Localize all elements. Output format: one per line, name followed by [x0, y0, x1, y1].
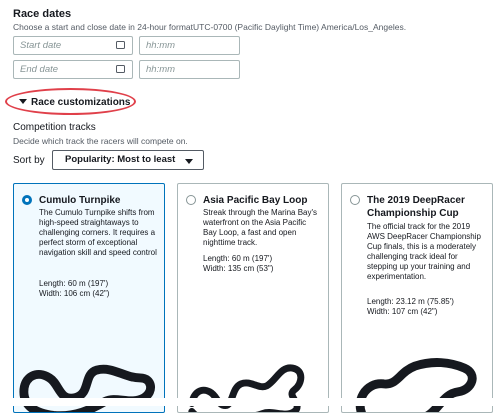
- race-dates-description: Choose a start and close date in 24-hour…: [13, 22, 407, 32]
- track-length: Length: 60 m (197'): [39, 279, 109, 288]
- caret-down-icon: [19, 98, 27, 104]
- race-customizations-label: Race customizations: [31, 97, 131, 108]
- race-customizations-toggle[interactable]: Race customizations: [19, 97, 130, 108]
- radio-button[interactable]: [350, 195, 360, 205]
- sort-select-value: Popularity: Most to least: [65, 154, 176, 165]
- start-date-placeholder: Start date: [20, 40, 62, 51]
- track-width: Width: 106 cm (42"): [39, 289, 110, 298]
- competition-tracks-heading: Competition tracks: [13, 122, 96, 133]
- track-width: Width: 107 cm (42"): [367, 307, 438, 316]
- race-dates-heading: Race dates: [13, 8, 72, 20]
- track-card-cumulo-turnpike[interactable]: Cumulo Turnpike The Cumulo Turnpike shif…: [13, 183, 165, 413]
- calendar-icon[interactable]: [116, 41, 125, 49]
- competition-tracks-description: Decide which track the racers will compe…: [13, 136, 188, 146]
- bottom-fade: [0, 398, 496, 406]
- track-length: Length: 60 m (197'): [203, 254, 273, 263]
- track-description: Streak through the Marina Bay's waterfro…: [203, 208, 318, 247]
- track-description: The official track for the 2019 AWS Deep…: [367, 222, 481, 281]
- track-length: Length: 23.12 m (75.85'): [367, 297, 454, 306]
- radio-button[interactable]: [186, 195, 196, 205]
- end-date-input[interactable]: End date: [13, 60, 133, 79]
- end-date-placeholder: End date: [20, 64, 59, 75]
- start-date-input[interactable]: Start date: [13, 36, 133, 55]
- calendar-icon[interactable]: [116, 65, 125, 73]
- track-card-asia-pacific-bay-loop[interactable]: Asia Pacific Bay Loop Streak through the…: [177, 183, 329, 413]
- sort-by-label: Sort by: [13, 155, 45, 166]
- track-width: Width: 135 cm (53"): [203, 264, 274, 273]
- track-card-2019-championship-cup[interactable]: The 2019 DeepRacer Championship Cup The …: [341, 183, 493, 413]
- radio-button[interactable]: [22, 195, 32, 205]
- sort-select[interactable]: Popularity: Most to least: [52, 150, 204, 170]
- start-time-placeholder: hh:mm: [146, 40, 176, 51]
- chevron-down-icon: [185, 159, 193, 164]
- track-description: The Cumulo Turnpike shifts from high-spe…: [39, 208, 157, 257]
- track-title: Cumulo Turnpike: [39, 195, 121, 206]
- start-time-input[interactable]: hh:mm: [139, 36, 240, 55]
- track-title: The 2019 DeepRacer Championship Cup: [367, 195, 465, 219]
- end-time-input[interactable]: hh:mm: [139, 60, 240, 79]
- track-title: Asia Pacific Bay Loop: [203, 195, 308, 206]
- end-time-placeholder: hh:mm: [146, 64, 176, 75]
